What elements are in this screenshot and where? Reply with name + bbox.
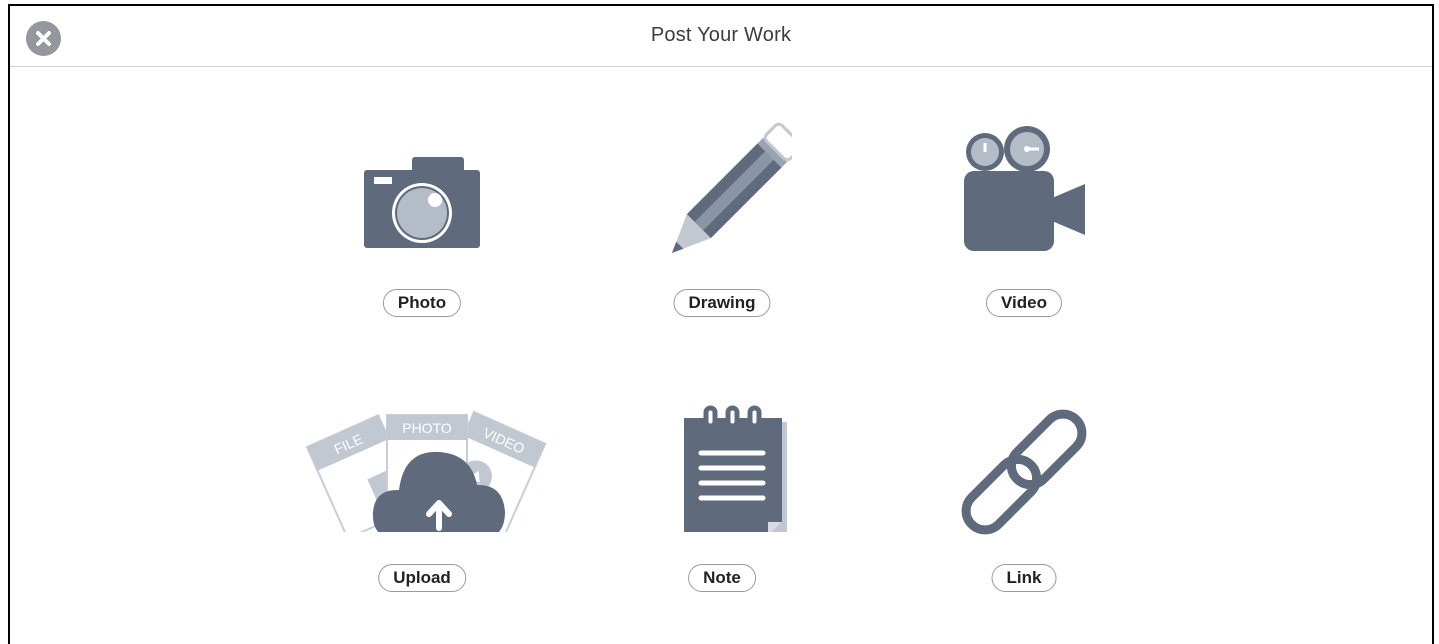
video-camera-icon	[964, 126, 1085, 251]
link-icon	[961, 409, 1087, 535]
notepad-icon	[684, 405, 787, 532]
camera-icon	[364, 157, 480, 248]
card-label-photo: PHOTO	[402, 420, 452, 436]
link-button[interactable]: Link	[991, 564, 1057, 592]
option-link[interactable]: Link	[894, 342, 1154, 592]
note-button[interactable]: Note	[688, 564, 756, 592]
photo-button[interactable]: Photo	[382, 289, 462, 317]
dialog-header: Post Your Work	[10, 6, 1432, 67]
drawing-button[interactable]: Drawing	[673, 289, 771, 317]
post-options-grid: Photo Drawing Video FILE VIDEO PHOTO Upl…	[10, 67, 1432, 644]
upload-button[interactable]: Upload	[378, 564, 466, 592]
option-video[interactable]: Video	[894, 67, 1154, 317]
pencil-icon	[672, 122, 792, 253]
option-upload[interactable]: FILE VIDEO PHOTO Upload	[292, 342, 552, 592]
dialog-title: Post Your Work	[650, 24, 792, 46]
upload-cloud-icon: FILE VIDEO PHOTO	[305, 410, 547, 532]
option-drawing[interactable]: Drawing	[592, 67, 852, 317]
option-photo[interactable]: Photo	[292, 67, 552, 317]
video-button[interactable]: Video	[986, 289, 1062, 317]
post-work-dialog: Post Your Work Photo Drawing Video FILE …	[8, 4, 1434, 644]
option-note[interactable]: Note	[592, 342, 852, 592]
